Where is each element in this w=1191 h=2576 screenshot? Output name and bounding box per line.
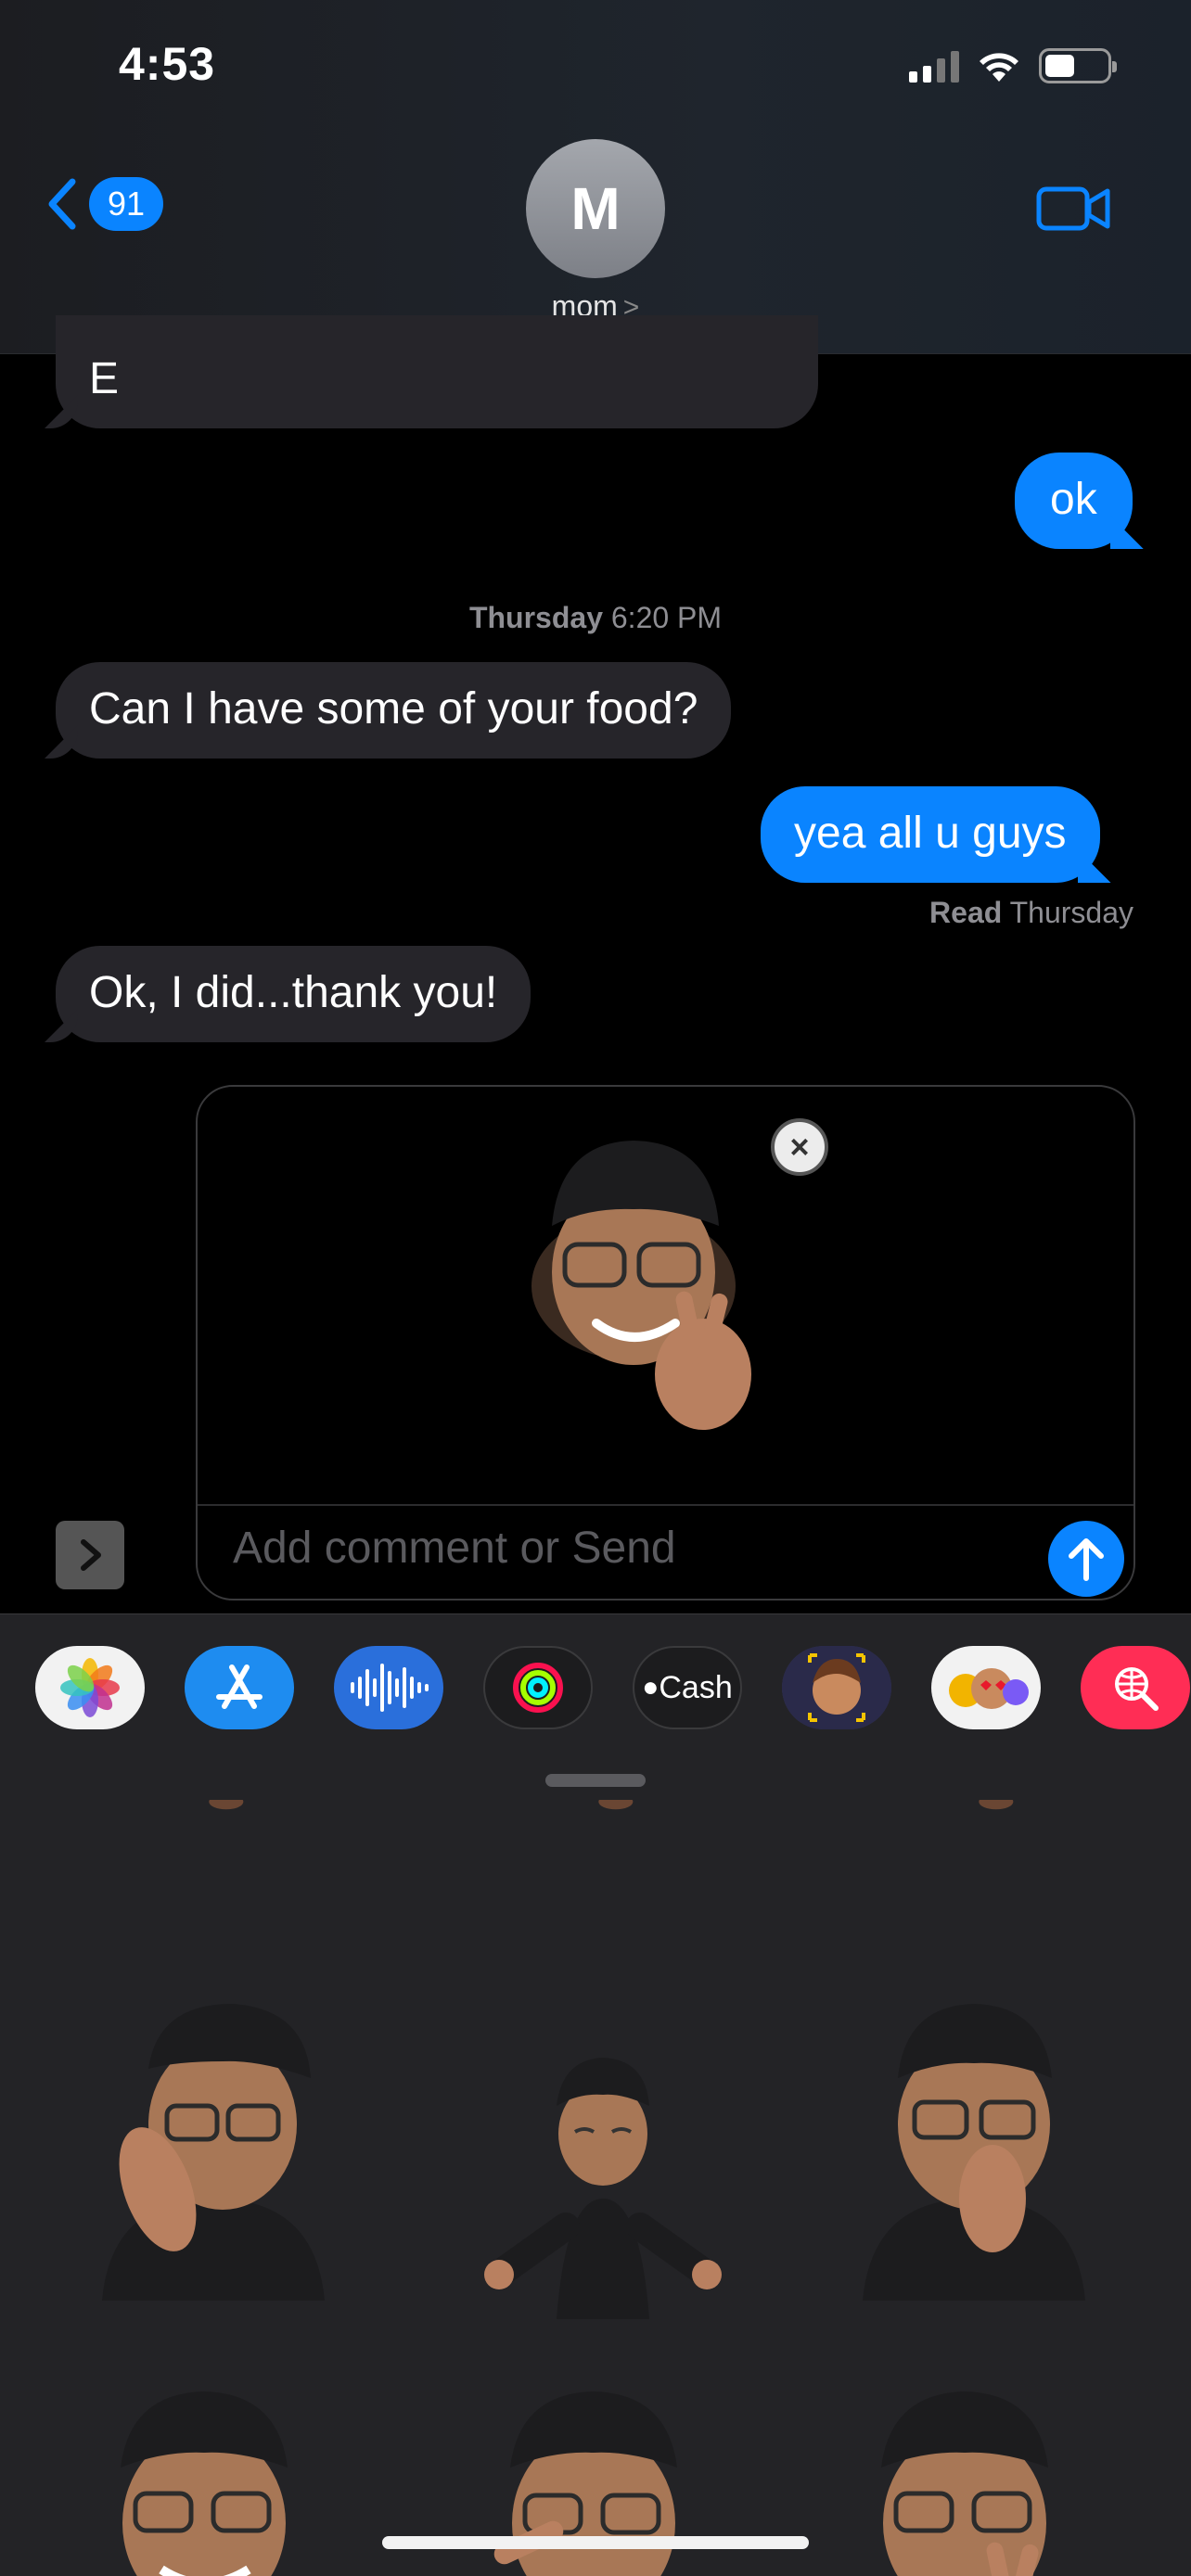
read-receipt: Read Thursday	[929, 896, 1133, 930]
message-text: Ok, I did...thank you!	[89, 968, 498, 1017]
message-bubble-outgoing[interactable]: ok	[1015, 453, 1133, 549]
video-camera-icon[interactable]	[1035, 182, 1111, 236]
memoji-stickers-app[interactable]	[931, 1646, 1041, 1729]
back-button[interactable]: 91	[43, 176, 164, 232]
drawer-grabber[interactable]	[545, 1774, 646, 1787]
app-drawer: ● Cash	[0, 1613, 1191, 2576]
message-text: ok	[1050, 475, 1097, 524]
activity-app[interactable]	[483, 1646, 593, 1729]
memoji-app[interactable]	[782, 1646, 891, 1729]
send-arrow-icon	[1069, 1538, 1104, 1581]
audio-waveform-icon	[351, 1664, 429, 1712]
memoji-sticker[interactable]	[93, 2366, 334, 2576]
globe-search-icon	[1115, 1667, 1159, 1711]
compose-divider	[198, 1504, 1133, 1506]
read-label: Read	[929, 896, 1003, 929]
message-bubble-incoming[interactable]: Can I have some of your food?	[56, 662, 732, 759]
signal-icon	[909, 49, 959, 83]
apple-cash-app[interactable]: ● Cash	[633, 1646, 742, 1729]
back-chevron-icon	[48, 178, 76, 230]
memoji-sticker[interactable]	[111, 1800, 352, 1865]
apple-cash-label: Cash	[659, 1669, 733, 1705]
compose-box: × Add comment or Send	[196, 1085, 1135, 1600]
wifi-icon	[980, 53, 1018, 82]
memoji-sticker[interactable]	[436, 2004, 770, 2319]
apple-logo-icon: ●	[642, 1672, 660, 1702]
memoji-sticker-preview[interactable]	[522, 1124, 763, 1439]
message-bubble-incoming[interactable]: Ok, I did...thank you!	[56, 946, 531, 1042]
web-search-app[interactable]	[1081, 1646, 1190, 1729]
audio-app[interactable]	[334, 1646, 443, 1729]
send-button[interactable]	[1048, 1521, 1124, 1597]
close-icon: ×	[789, 1128, 810, 1166]
app-strip: ● Cash	[35, 1646, 1190, 1729]
memoji-stickers-icon	[949, 1668, 1029, 1709]
conversation-header: 4:53 91 M mom >	[0, 0, 1191, 354]
timestamp-time: 6:20 PM	[610, 601, 723, 634]
message-text: yea all u guys	[794, 809, 1067, 858]
expand-apps-button[interactable]	[56, 1521, 124, 1589]
message-text: E	[89, 354, 120, 403]
contact-avatar[interactable]: M	[526, 139, 665, 278]
app-store-app[interactable]	[185, 1646, 294, 1729]
timestamp-day: Thursday	[468, 601, 603, 634]
photos-icon	[60, 1658, 120, 1717]
memoji-sticker[interactable]	[881, 1800, 1122, 1865]
read-time: Thursday	[1009, 896, 1133, 929]
expand-chevron-icon	[81, 1539, 101, 1571]
activity-rings-icon	[513, 1663, 563, 1713]
memoji-sticker[interactable]	[853, 2366, 1095, 2576]
memoji-sticker[interactable]	[93, 1985, 334, 2301]
memoji-sticker[interactable]	[853, 1985, 1095, 2301]
unread-count-badge: 91	[89, 177, 164, 231]
memoji-face-icon	[782, 1646, 891, 1729]
message-input[interactable]: Add comment or Send	[233, 1523, 676, 1574]
message-text: Can I have some of your food?	[89, 684, 698, 733]
status-time: 4:53	[119, 38, 216, 90]
memoji-sticker[interactable]	[501, 1800, 742, 1865]
home-indicator[interactable]	[382, 2536, 809, 2549]
app-store-icon	[216, 1664, 263, 1709]
message-bubble-outgoing[interactable]: yea all u guys	[761, 786, 1100, 883]
status-icons	[909, 48, 1117, 83]
battery-icon	[1039, 48, 1117, 83]
remove-attachment-button[interactable]: ×	[771, 1118, 828, 1176]
photos-app[interactable]	[35, 1646, 145, 1729]
message-timestamp: Thursday 6:20 PM	[0, 601, 1191, 635]
message-bubble-incoming[interactable]: E	[56, 315, 818, 428]
